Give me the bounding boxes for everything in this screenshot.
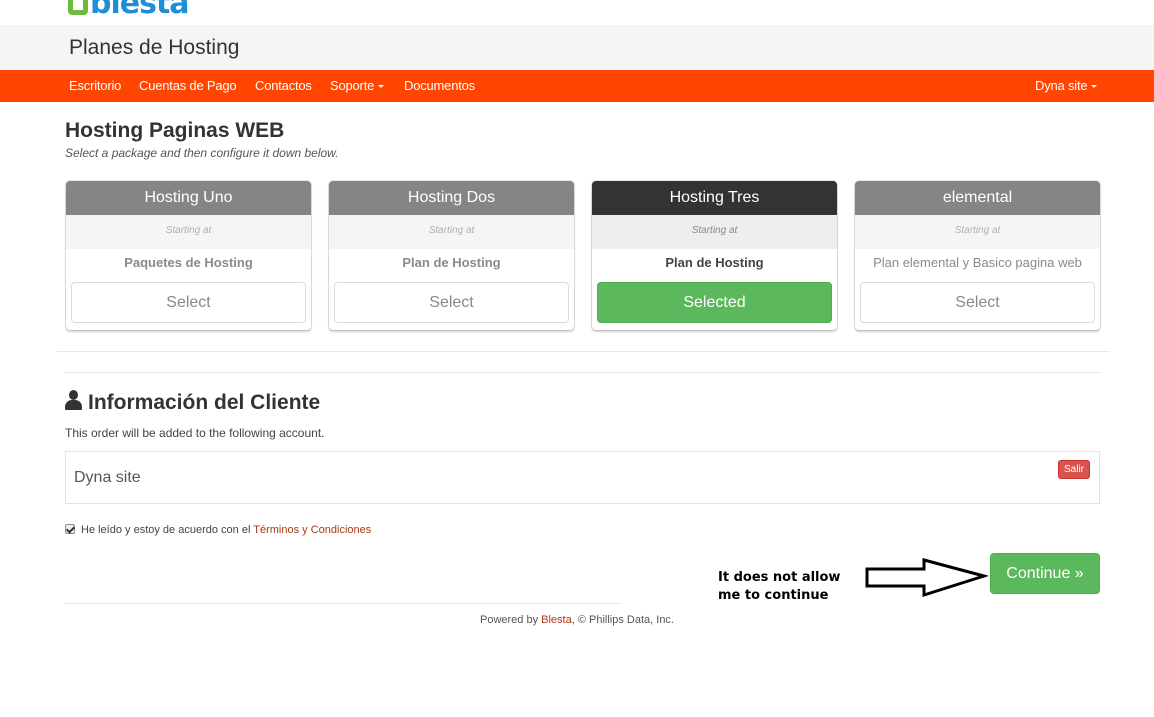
package-description: Plan de Hosting xyxy=(402,255,501,270)
divider xyxy=(57,351,1110,352)
nav-item-escritorio[interactable]: Escritorio xyxy=(69,70,121,102)
package-card-hosting-uno: Hosting Uno Starting at Paquetes de Host… xyxy=(66,181,311,330)
chevron-down-icon xyxy=(378,85,385,88)
footer-prefix: Powered by xyxy=(480,614,539,626)
package-card-hosting-tres: Hosting Tres Starting at Plan de Hosting… xyxy=(592,181,837,330)
logout-button[interactable]: Salir xyxy=(1057,460,1090,479)
package-starting: Starting at xyxy=(66,215,311,249)
package-name: Hosting Dos xyxy=(329,181,574,215)
package-card-hosting-dos: Hosting Dos Starting at Plan de Hosting … xyxy=(329,181,574,330)
select-button-elemental[interactable]: Select xyxy=(860,282,1095,323)
nav-item-soporte-label: Soporte xyxy=(330,78,375,93)
selected-button-hosting-tres[interactable]: Selected xyxy=(597,282,832,323)
chevron-down-icon xyxy=(1091,85,1098,88)
footer-divider xyxy=(65,603,622,604)
account-box: Dyna site Salir xyxy=(65,451,1100,504)
arrow-right-icon xyxy=(865,558,988,598)
logo-icon xyxy=(68,0,88,15)
package-starting: Starting at xyxy=(855,215,1100,249)
package-name: Hosting Uno xyxy=(66,181,311,215)
account-name: Dyna site xyxy=(74,469,141,486)
packages-heading: Hosting Paginas WEB xyxy=(65,119,285,142)
package-card-elemental: elemental Starting at Plan elemental y B… xyxy=(855,181,1100,330)
terms-link[interactable]: Términos y Condiciones xyxy=(253,524,371,536)
package-description: Paquetes de Hosting xyxy=(124,255,253,270)
user-menu-label: Dyna site xyxy=(1035,78,1088,93)
package-starting: Starting at xyxy=(329,215,574,249)
package-description: Plan elemental y Basico pagina web xyxy=(873,255,1082,270)
client-info-subtitle: This order will be added to the followin… xyxy=(65,426,325,440)
package-name: elemental xyxy=(855,181,1100,215)
package-starting: Starting at xyxy=(592,215,837,249)
page-title: Planes de Hosting xyxy=(69,36,240,59)
footer-blesta-link[interactable]: Blesta xyxy=(541,614,572,626)
client-info-title: Información del Cliente xyxy=(88,391,321,414)
divider xyxy=(65,372,1100,373)
client-info-heading: Información del Cliente xyxy=(65,390,320,415)
nav-item-cuentas-de-pago[interactable]: Cuentas de Pago xyxy=(139,70,237,102)
terms-text: He leído y estoy de acuerdo con el xyxy=(81,524,251,536)
select-button-hosting-dos[interactable]: Select xyxy=(334,282,569,323)
nav-item-contactos[interactable]: Contactos xyxy=(255,70,312,102)
package-description: Plan de Hosting xyxy=(665,255,764,270)
user-icon xyxy=(65,390,82,411)
footer: Powered by Blesta, © Phillips Data, Inc. xyxy=(0,614,1154,626)
logo-strip: blesta xyxy=(0,0,1154,25)
terms-agreement: He leído y estoy de acuerdo con el Térmi… xyxy=(65,524,371,536)
terms-checkbox[interactable] xyxy=(65,524,75,534)
package-name: Hosting Tres xyxy=(592,181,837,215)
logo-text: blesta xyxy=(90,0,190,21)
user-menu[interactable]: Dyna site xyxy=(1035,70,1098,102)
packages-subtitle: Select a package and then configure it d… xyxy=(65,146,339,160)
main-navbar: Escritorio Cuentas de Pago Contactos Sop… xyxy=(0,70,1154,102)
select-button-hosting-uno[interactable]: Select xyxy=(71,282,306,323)
annotation-note: It does not allow me to continue xyxy=(718,570,841,603)
nav-item-documentos[interactable]: Documentos xyxy=(404,70,475,102)
logo[interactable]: blesta xyxy=(68,0,190,21)
continue-button[interactable]: Continue » xyxy=(990,553,1100,594)
nav-item-soporte[interactable]: Soporte xyxy=(330,70,385,102)
footer-suffix: , © Phillips Data, Inc. xyxy=(571,614,674,626)
title-bar: Planes de Hosting xyxy=(0,25,1154,70)
